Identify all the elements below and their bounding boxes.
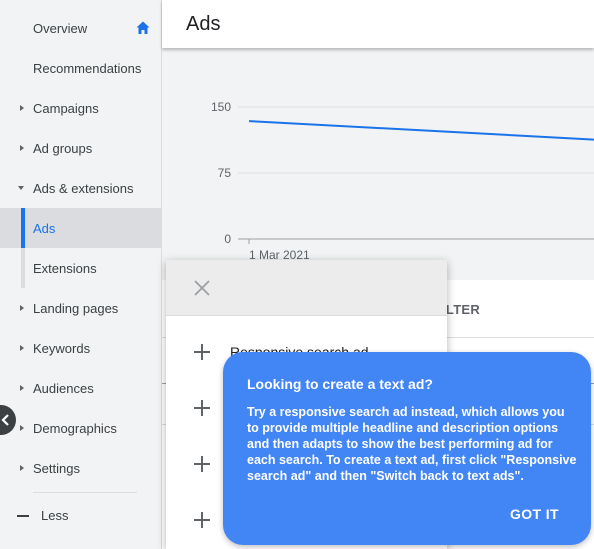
chart-svg: 150 75 0 1 Mar 2021 [211,100,594,262]
sidebar-item-label: Demographics [33,420,117,436]
text-ad-callout: Looking to create a text ad? Try a respo… [223,352,591,545]
y-tick-label: 0 [224,232,231,246]
sidebar-item-label: Ad groups [33,140,93,156]
sidebar-item-label: Audiences [33,380,94,396]
sidebar-item-label: Landing pages [33,300,119,316]
close-icon[interactable] [192,278,212,298]
got-it-button[interactable]: GOT IT [510,506,559,522]
less-toggle[interactable]: Less [41,508,68,523]
plus-icon [194,400,210,416]
sidebar-item-label: Extensions [33,260,97,276]
sidebar-item-audiences[interactable]: Audiences [0,368,161,408]
sidebar-item-label: Settings [33,460,80,476]
sidebar-item-label: Recommendations [33,60,142,76]
sidebar-item-label: Campaigns [33,100,99,116]
caret-right-icon [20,305,24,311]
sidebar-divider [33,492,137,493]
sidebar-item-ads-extensions[interactable]: Ads & extensions [0,168,161,208]
plus-icon [194,512,210,528]
filter-button[interactable]: ILTER [442,302,480,317]
sidebar-item-overview[interactable]: Overview [0,8,161,48]
sidebar-item-settings[interactable]: Settings [0,448,161,488]
sidebar: Overview Recommendations Campaigns Ad gr… [0,0,162,549]
caret-right-icon [20,145,24,151]
active-indicator [21,208,25,248]
sidebar-item-campaigns[interactable]: Campaigns [0,88,161,128]
home-icon [136,21,150,34]
sub-indicator [21,248,25,288]
page-title: Ads [186,13,221,35]
sidebar-item-landing-pages[interactable]: Landing pages [0,288,161,328]
sidebar-item-label: Overview [33,20,88,36]
plus-icon [194,344,210,360]
caret-right-icon [20,465,24,471]
page-header: Ads [162,0,594,48]
caret-right-icon [20,345,24,351]
minus-icon[interactable] [17,515,29,517]
ad-menu-header [166,260,447,316]
sidebar-item-ads[interactable]: Ads [0,208,161,248]
sidebar-item-label: Ads [33,220,56,236]
sidebar-item-keywords[interactable]: Keywords [0,328,161,368]
caret-down-icon [18,186,24,190]
caret-right-icon [20,105,24,111]
chevron-left-icon [1,414,9,426]
y-tick-label: 75 [218,166,232,180]
performance-chart: 150 75 0 1 Mar 2021 [162,48,594,280]
sidebar-item-ad-groups[interactable]: Ad groups [0,128,161,168]
sidebar-item-demographics[interactable]: Demographics [0,408,161,448]
caret-right-icon [20,425,24,431]
callout-body: Try a responsive search ad instead, whic… [247,405,577,483]
plus-icon [194,456,210,472]
sidebar-item-label: Ads & extensions [33,180,134,196]
callout-title: Looking to create a text ad? [247,376,433,392]
y-tick-label: 150 [211,100,231,114]
series-line [248,120,594,141]
sidebar-item-label: Keywords [33,340,91,356]
sidebar-item-extensions[interactable]: Extensions [0,248,161,288]
caret-right-icon [20,385,24,391]
sidebar-item-recommendations[interactable]: Recommendations [0,48,161,88]
